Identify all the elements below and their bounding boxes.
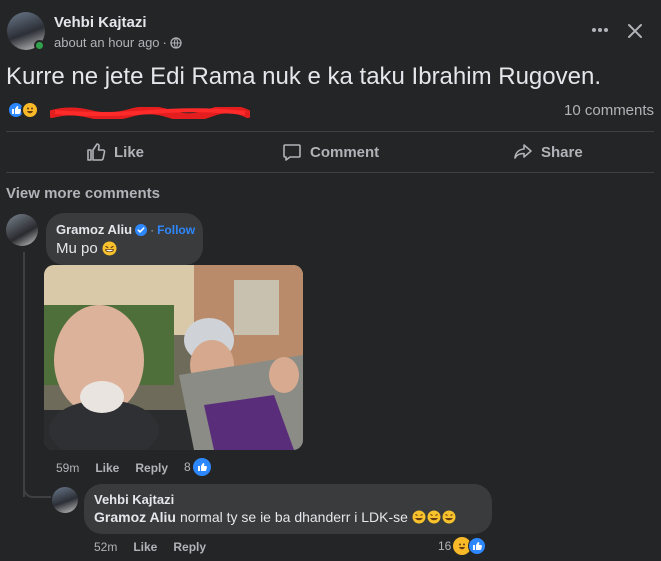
post-author-name[interactable]: Vehbi Kajtazi <box>54 14 147 31</box>
comment-reply-button[interactable]: Reply <box>135 461 168 475</box>
post-text: Kurre ne jete Edi Rama nuk e ka taku Ibr… <box>6 63 601 90</box>
reply-reaction-count: 16 <box>438 539 452 553</box>
globe-icon[interactable] <box>170 36 182 49</box>
comment-label: Comment <box>310 143 380 161</box>
actions-divider-bottom <box>6 172 654 173</box>
comment-bubble <box>46 213 203 265</box>
comments-count[interactable]: 10 comments <box>564 102 654 119</box>
comment-avatar-gramoz[interactable] <box>6 214 38 246</box>
redacted-reactor-names <box>48 105 252 122</box>
view-more-comments[interactable]: View more comments <box>6 185 160 202</box>
reply-text-content: normal ty se ie ba dhanderr i LDK-se <box>179 509 408 525</box>
like-button[interactable]: Like <box>86 142 144 162</box>
comment-reaction-count: 8 <box>184 460 191 474</box>
thumbs-up-icon <box>86 142 106 162</box>
follow-separator: · <box>150 222 155 237</box>
like-reaction-icon <box>468 537 487 555</box>
comment-time[interactable]: 59m <box>56 461 79 475</box>
comment-like-button[interactable]: Like <box>95 461 119 475</box>
comment-author[interactable]: Gramoz Aliu <box>56 222 132 237</box>
close-icon[interactable] <box>624 20 646 42</box>
grin-emoji-icon <box>102 241 117 256</box>
actions-divider-top <box>6 131 654 132</box>
reply-avatar-vehbi[interactable] <box>52 487 78 513</box>
follow-button[interactable]: Follow <box>157 223 195 237</box>
reply-reply-button[interactable]: Reply <box>173 540 206 554</box>
reply-meta: 52m Like Reply <box>94 540 206 554</box>
more-icon[interactable] <box>588 20 612 40</box>
reply-mention[interactable]: Gramoz Aliu <box>94 509 176 525</box>
comment-reactions[interactable]: 8 <box>184 458 211 476</box>
online-dot <box>34 40 45 51</box>
share-button[interactable]: Share <box>513 142 583 162</box>
comment-text: Mu po <box>56 240 117 257</box>
comment-text-content: Mu po <box>56 240 98 257</box>
verified-badge-icon <box>135 223 148 236</box>
reply-reactions[interactable]: 16 <box>438 537 487 555</box>
like-label: Like <box>114 143 145 161</box>
reply-author[interactable]: Vehbi Kajtazi <box>94 492 174 507</box>
comment-header: Gramoz Aliu · Follow <box>56 222 195 237</box>
like-reaction-icon <box>192 458 211 476</box>
meta-separator: · <box>162 35 167 50</box>
comment-button[interactable]: Comment <box>282 142 379 162</box>
reply-time[interactable]: 52m <box>94 540 117 554</box>
thread-line <box>23 252 25 497</box>
comment-meta: 59m Like Reply <box>56 461 168 475</box>
share-icon <box>513 142 533 162</box>
share-label: Share <box>541 143 583 161</box>
haha-reaction-icon <box>21 101 39 119</box>
post-meta: about an hour ago · <box>54 35 182 50</box>
comment-photo[interactable] <box>44 265 303 450</box>
reply-text: Gramoz Aliu normal ty se ie ba dhanderr … <box>94 509 457 525</box>
post-timestamp[interactable]: about an hour ago <box>54 35 160 50</box>
reaction-summary[interactable] <box>7 101 39 119</box>
rofl-emoji-icon <box>412 510 457 524</box>
thread-line-curve <box>23 480 51 498</box>
reply-like-button[interactable]: Like <box>133 540 157 554</box>
comment-icon <box>282 142 302 162</box>
